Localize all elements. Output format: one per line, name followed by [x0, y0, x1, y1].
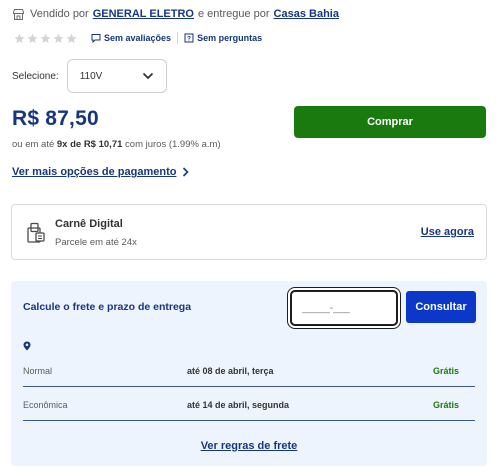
chevron-down-icon: [142, 72, 153, 80]
star-icon: [53, 33, 64, 44]
location-pin-icon: [23, 338, 31, 351]
chevron-right-icon: [182, 167, 190, 177]
star-icon: [27, 33, 38, 44]
shipping-option-date: até 14 de abril, segunda: [187, 399, 290, 410]
reviews-link[interactable]: Sem avaliações: [87, 33, 175, 43]
shipping-option-row: Normal até 08 de abril, terça Grátis: [23, 355, 475, 387]
divider: [177, 32, 179, 44]
reviews-label: Sem avaliações: [104, 33, 172, 43]
voltage-selector: Selecione: 110V: [12, 59, 167, 93]
shipping-option-price: Grátis: [432, 399, 459, 410]
installments-count: 9x de R$ 10,71: [56, 139, 123, 150]
cep-input[interactable]: [290, 290, 398, 326]
store-icon: [12, 8, 25, 21]
seller-link[interactable]: GENERAL ELETRO: [93, 8, 194, 20]
star-rating: [14, 33, 77, 44]
buy-button[interactable]: Comprar: [294, 106, 486, 138]
rating-row: Sem avaliações ? Sem perguntas: [14, 30, 266, 46]
more-payment-options-label: Ver mais opções de pagamento: [12, 166, 177, 178]
freight-rules-link[interactable]: Ver regras de frete: [11, 440, 487, 452]
voltage-label: Selecione:: [12, 70, 59, 82]
use-now-link[interactable]: Use agora: [421, 226, 474, 238]
questions-label: Sem perguntas: [197, 33, 263, 43]
carne-icon: [26, 222, 46, 244]
consult-button[interactable]: Consultar: [406, 291, 476, 323]
shipping-option-price: Grátis: [432, 365, 459, 376]
shipping-option-name: Econômica: [23, 399, 68, 410]
shipping-option-name: Normal: [23, 365, 53, 376]
sold-by-text: Vendido por: [30, 8, 89, 20]
carne-digital-card: Carnê Digital Parcele em até 24x Use ago…: [11, 204, 487, 260]
comment-icon: [91, 34, 101, 43]
voltage-value: 110V: [79, 70, 103, 82]
installments-suffix: com juros (1.99% a.m): [125, 139, 221, 150]
seller-info: Vendido por GENERAL ELETRO e entregue po…: [12, 6, 339, 22]
delivered-by-text: e entregue por: [197, 8, 270, 20]
freight-calculator: Calcule o frete e prazo de entrega Consu…: [11, 281, 487, 466]
installments-text: ou em até 9x de R$ 10,71 com juros (1.99…: [12, 139, 221, 150]
star-icon: [66, 33, 77, 44]
delivery-partner-link[interactable]: Casas Bahia: [274, 8, 339, 20]
carne-title: Carnê Digital: [55, 218, 123, 230]
questions-link[interactable]: ? Sem perguntas: [180, 33, 266, 43]
freight-title: Calcule o frete e prazo de entrega: [23, 301, 192, 313]
question-icon: ?: [184, 33, 194, 43]
more-payment-options-link[interactable]: Ver mais opções de pagamento: [12, 166, 190, 178]
shipping-option-row: Econômica até 14 de abril, segunda Gráti…: [23, 389, 475, 421]
installments-prefix: ou em até: [12, 139, 55, 150]
shipping-option-date: até 08 de abril, terça: [187, 365, 274, 376]
product-price: R$ 87,50: [12, 107, 99, 130]
svg-text:?: ?: [187, 36, 191, 43]
voltage-select[interactable]: 110V: [66, 59, 167, 93]
star-icon: [14, 33, 25, 44]
star-icon: [40, 33, 51, 44]
carne-subtitle: Parcele em até 24x: [55, 237, 137, 248]
